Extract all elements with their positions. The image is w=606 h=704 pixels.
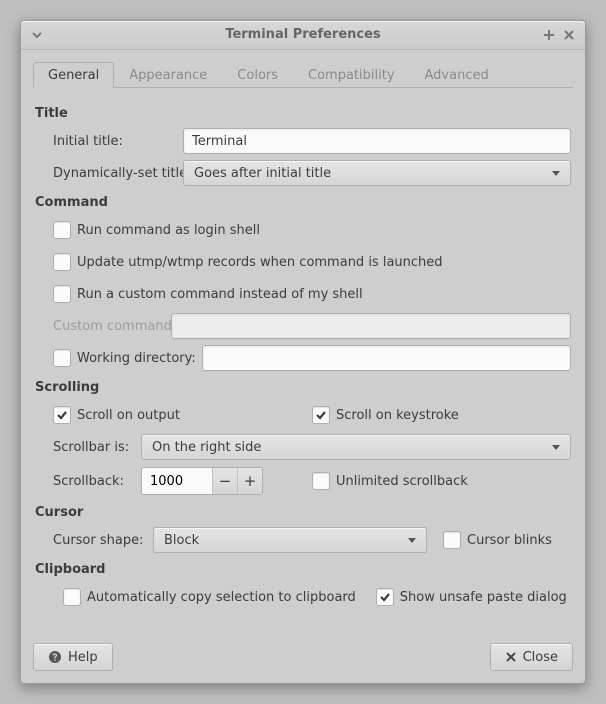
custom-command-input — [171, 313, 571, 339]
cursor-shape-select[interactable]: Block — [153, 527, 427, 553]
panel-general: Title Initial title: Dynamically-set tit… — [33, 88, 573, 611]
preferences-window: Terminal Preferences General Appearance … — [20, 20, 586, 684]
scrollback-label: Scrollback: — [53, 474, 141, 489]
dyn-title-select[interactable]: Goes after initial title — [183, 160, 571, 186]
scrollbar-is-value: On the right side — [152, 440, 261, 455]
update-records-checkbox[interactable]: Update utmp/wtmp records when command is… — [53, 253, 443, 271]
scrollbar-is-select[interactable]: On the right side — [141, 434, 571, 460]
chevron-down-icon — [408, 538, 416, 543]
cursor-shape-value: Block — [164, 533, 199, 548]
titlebar: Terminal Preferences — [21, 21, 585, 50]
cursor-shape-label: Cursor shape: — [53, 533, 153, 548]
scrollback-spinbox[interactable]: − + — [141, 467, 263, 495]
tab-advanced[interactable]: Advanced — [410, 62, 504, 88]
plus-icon[interactable] — [541, 27, 557, 43]
tab-appearance[interactable]: Appearance — [114, 62, 222, 88]
custom-command-label: Custom command: — [53, 319, 171, 334]
scrollback-increment[interactable]: + — [237, 468, 262, 494]
close-icon[interactable] — [561, 27, 577, 43]
working-directory-input[interactable] — [202, 345, 571, 371]
scroll-on-output-checkbox[interactable]: Scroll on output — [53, 406, 312, 424]
scroll-on-keystroke-checkbox[interactable]: Scroll on keystroke — [312, 406, 571, 424]
working-directory-checkbox[interactable]: Working directory: — [53, 349, 196, 367]
cursor-blinks-checkbox[interactable]: Cursor blinks — [443, 531, 552, 549]
tab-colors[interactable]: Colors — [222, 62, 293, 88]
help-button[interactable]: Help — [33, 643, 113, 671]
close-icon — [505, 651, 517, 663]
scrollback-decrement[interactable]: − — [212, 468, 237, 494]
tab-compatibility[interactable]: Compatibility — [293, 62, 410, 88]
help-button-label: Help — [68, 650, 98, 665]
dyn-title-label: Dynamically-set title: — [53, 166, 183, 181]
close-button-label: Close — [523, 650, 558, 665]
scrollbar-is-label: Scrollbar is: — [53, 440, 141, 455]
window-title: Terminal Preferences — [225, 27, 380, 42]
content-area: General Appearance Colors Compatibility … — [21, 50, 585, 683]
chevron-down-icon — [552, 171, 560, 176]
section-cursor: Cursor — [35, 505, 571, 520]
close-button[interactable]: Close — [490, 643, 573, 671]
window-menu-icon[interactable] — [29, 27, 45, 43]
section-title: Title — [35, 106, 571, 121]
unlimited-scrollback-checkbox[interactable]: Unlimited scrollback — [312, 472, 571, 490]
scrollback-value[interactable] — [142, 468, 212, 494]
login-shell-checkbox[interactable]: Run command as login shell — [53, 221, 260, 239]
section-clipboard: Clipboard — [35, 562, 571, 577]
custom-command-checkbox[interactable]: Run a custom command instead of my shell — [53, 285, 363, 303]
section-scrolling: Scrolling — [35, 380, 571, 395]
section-command: Command — [35, 195, 571, 210]
help-icon — [48, 650, 62, 664]
dialog-footer: Help Close — [33, 643, 573, 671]
initial-title-input[interactable] — [183, 128, 571, 154]
tab-general[interactable]: General — [33, 62, 114, 88]
unsafe-paste-checkbox[interactable]: Show unsafe paste dialog — [376, 588, 567, 606]
initial-title-label: Initial title: — [53, 134, 183, 149]
dyn-title-value: Goes after initial title — [194, 166, 331, 181]
chevron-down-icon — [552, 445, 560, 450]
tabs-row: General Appearance Colors Compatibility … — [33, 62, 573, 88]
auto-copy-checkbox[interactable]: Automatically copy selection to clipboar… — [63, 588, 356, 606]
